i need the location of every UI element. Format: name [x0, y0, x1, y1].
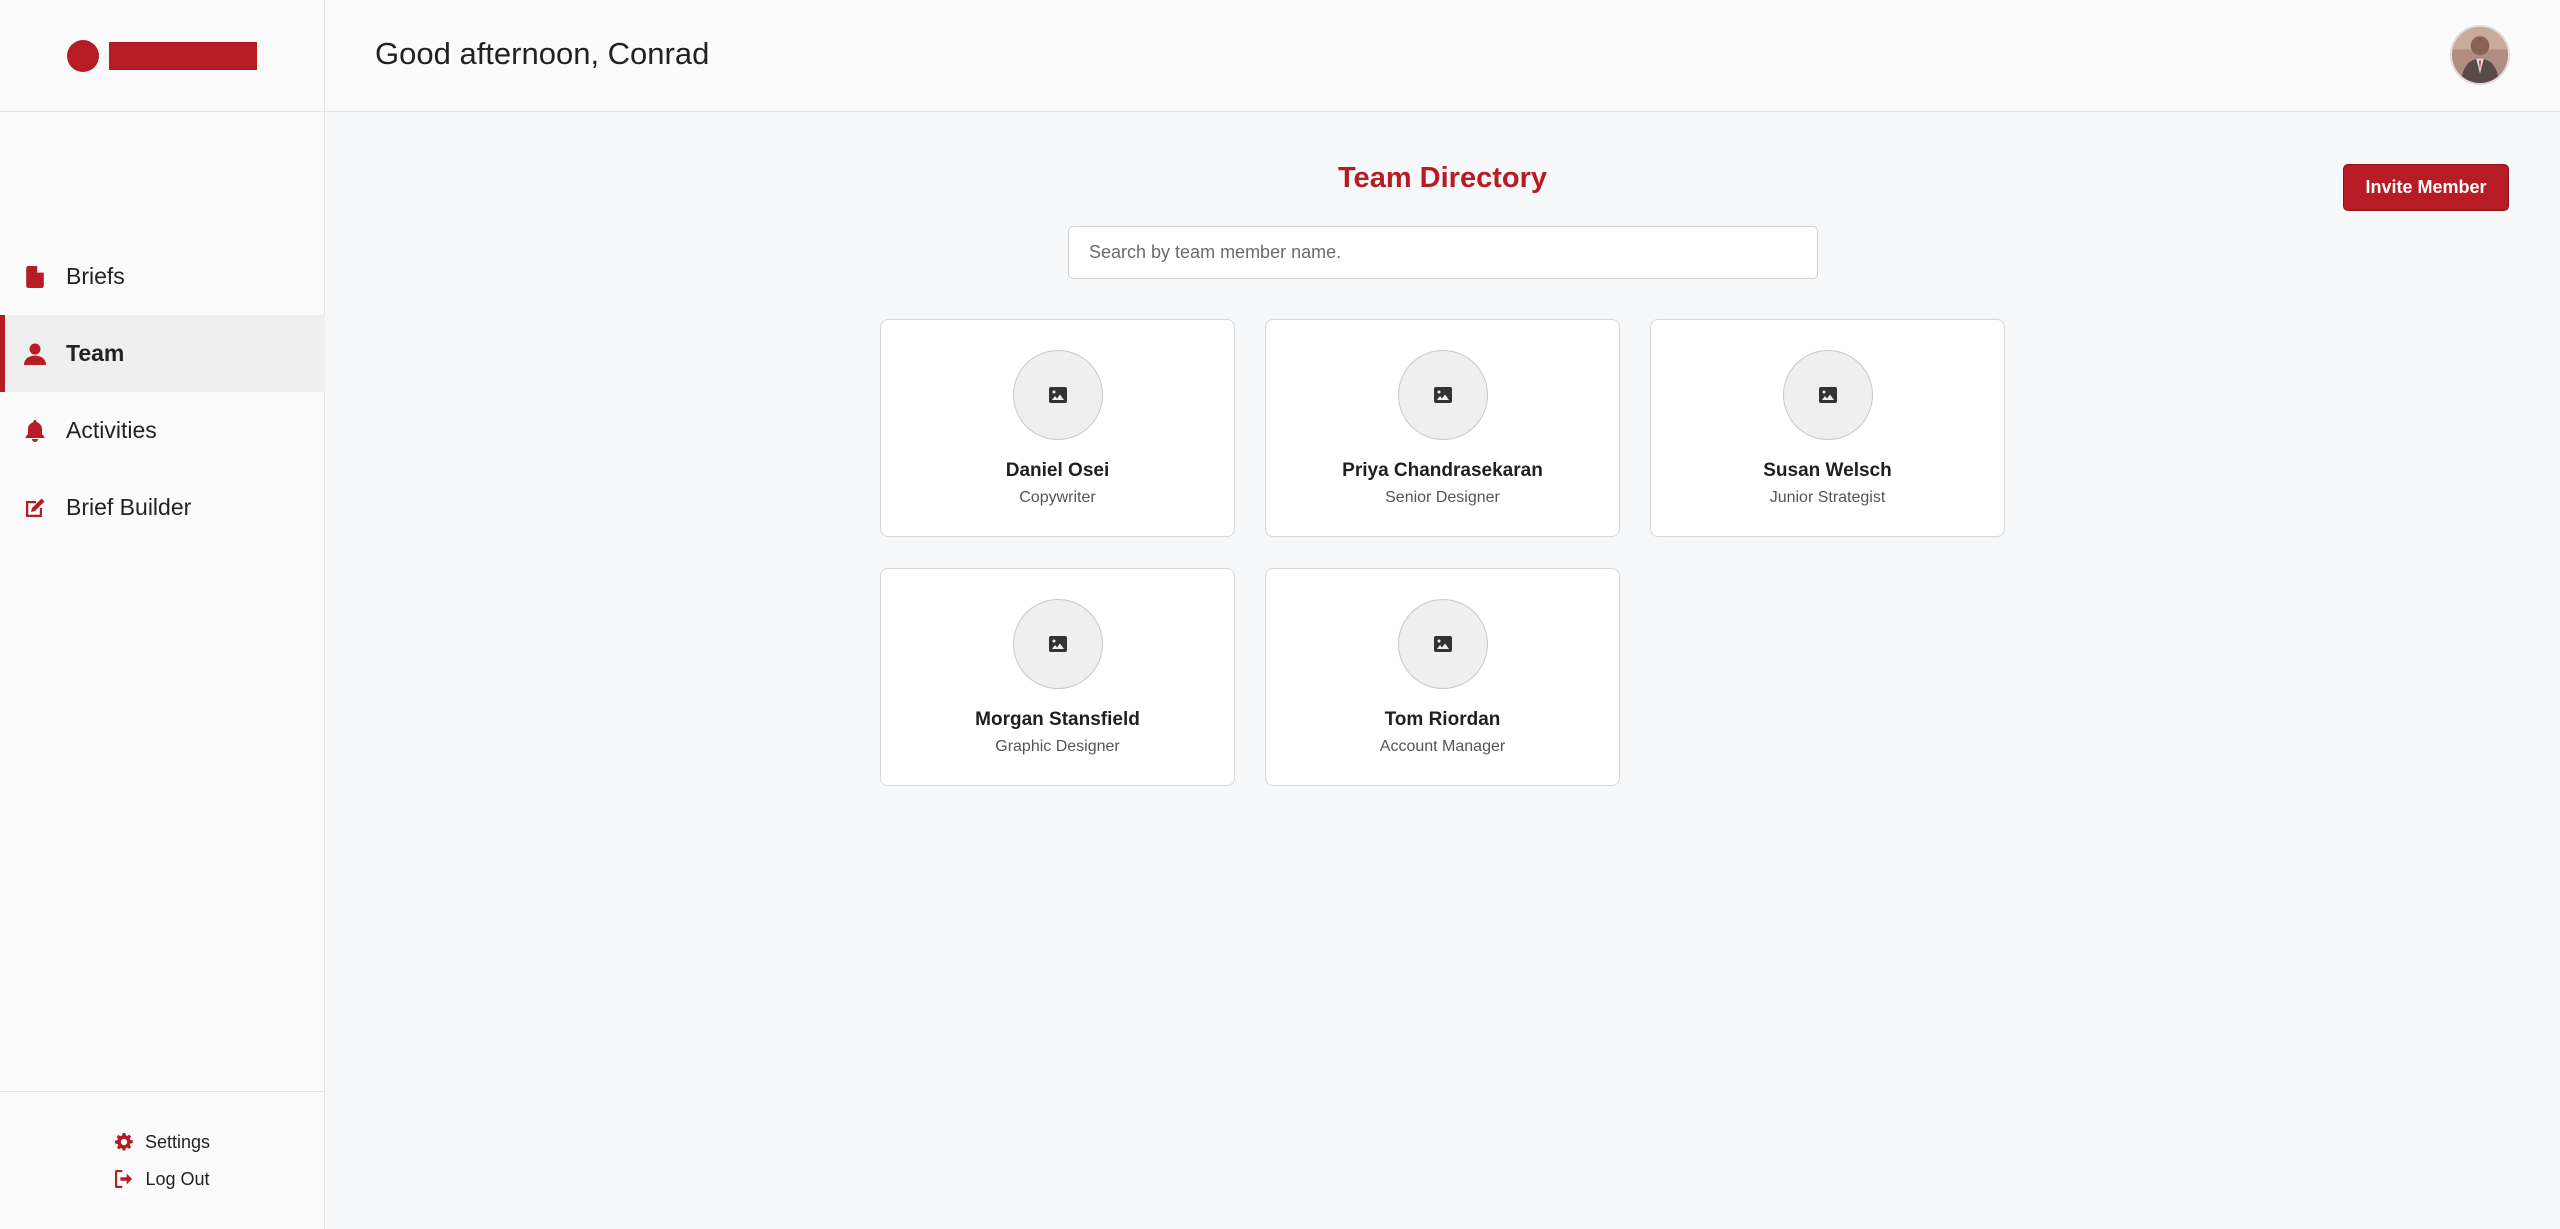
- member-role: Graphic Designer: [995, 738, 1120, 755]
- brand-logo[interactable]: [0, 0, 324, 112]
- sidebar-item-brief-builder[interactable]: Brief Builder: [0, 469, 325, 546]
- member-card[interactable]: Priya Chandrasekaran Senior Designer: [1265, 319, 1620, 537]
- logo-wordmark: [109, 41, 257, 70]
- member-photo-placeholder: [1012, 350, 1103, 440]
- member-name: Morgan Stansfield: [975, 709, 1140, 730]
- member-role: Account Manager: [1379, 738, 1506, 755]
- member-name: Susan Welsch: [1763, 460, 1892, 481]
- member-role: Junior Strategist: [1769, 489, 1886, 506]
- member-card[interactable]: Tom Riordan Account Manager: [1265, 568, 1620, 786]
- member-name: Priya Chandrasekaran: [1342, 460, 1543, 481]
- sidebar: Briefs Team Activities Brief Builder Set…: [0, 0, 325, 1229]
- user-icon: [24, 343, 46, 365]
- logout-link[interactable]: Log Out: [115, 1168, 210, 1190]
- sidebar-item-team[interactable]: Team: [0, 315, 325, 392]
- member-photo-placeholder: [1397, 599, 1488, 689]
- member-role: Senior Designer: [1385, 489, 1500, 506]
- member-card[interactable]: Susan Welsch Junior Strategist: [1650, 319, 2005, 537]
- member-card[interactable]: Morgan Stansfield Graphic Designer: [880, 568, 1235, 786]
- avatar-photo: [2452, 27, 2508, 83]
- logout-icon: [115, 1170, 133, 1188]
- image-icon: [1048, 387, 1067, 403]
- sidebar-item-label: Brief Builder: [66, 494, 192, 520]
- search-input[interactable]: [1068, 226, 1818, 279]
- sidebar-item-label: Team: [66, 340, 125, 366]
- image-icon: [1433, 636, 1452, 652]
- member-name: Daniel Osei: [1005, 460, 1110, 481]
- member-grid: Daniel Osei Copywriter Priya Chandraseka…: [880, 319, 2006, 786]
- sidebar-footer: Settings Log Out: [0, 1091, 325, 1229]
- member-photo-placeholder: [1397, 350, 1488, 440]
- top-header: Good afternoon, Conrad: [325, 0, 2560, 112]
- sidebar-item-activities[interactable]: Activities: [0, 392, 325, 469]
- gear-icon: [114, 1133, 133, 1151]
- page-title: Team Directory: [1338, 162, 1547, 194]
- sidebar-item-briefs[interactable]: Briefs: [0, 238, 325, 315]
- user-avatar[interactable]: [2450, 25, 2510, 85]
- sidebar-item-label: Briefs: [66, 263, 125, 289]
- member-role: Copywriter: [1019, 489, 1096, 506]
- image-icon: [1433, 387, 1452, 403]
- image-icon: [1818, 387, 1837, 403]
- greeting-title: Good afternoon, Conrad: [375, 36, 710, 71]
- file-icon: [24, 265, 46, 288]
- invite-member-button[interactable]: Invite Member: [2343, 164, 2509, 211]
- image-icon: [1048, 636, 1067, 652]
- logout-label: Log Out: [145, 1168, 210, 1189]
- settings-link[interactable]: Settings: [114, 1131, 211, 1153]
- logo-mark: [67, 39, 99, 72]
- member-photo-placeholder: [1782, 350, 1873, 440]
- sidebar-nav: Briefs Team Activities Brief Builder: [0, 238, 325, 546]
- member-photo-placeholder: [1012, 599, 1103, 689]
- sidebar-item-label: Activities: [66, 417, 157, 443]
- bell-icon: [24, 419, 46, 442]
- edit-icon: [24, 497, 46, 519]
- settings-label: Settings: [144, 1131, 211, 1152]
- member-card[interactable]: Daniel Osei Copywriter: [880, 319, 1235, 537]
- member-name: Tom Riordan: [1384, 709, 1501, 730]
